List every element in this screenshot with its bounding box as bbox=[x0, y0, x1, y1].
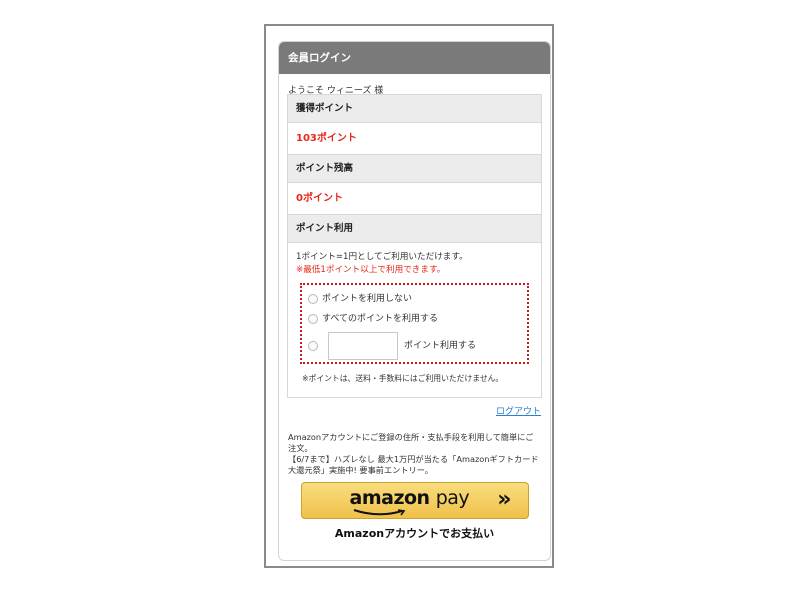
radio-custom-points[interactable] bbox=[308, 341, 318, 351]
point-usage-label: ポイント利用 bbox=[288, 214, 541, 243]
option-all-points-label: すべてのポイントを利用する bbox=[322, 313, 439, 324]
usage-minimum-note: ※最低1ポイント以上で利用できます。 bbox=[296, 265, 446, 275]
point-balance-value: 0ポイント bbox=[296, 193, 343, 204]
option-no-points-label: ポイントを利用しない bbox=[322, 293, 413, 304]
option-all-points[interactable]: すべてのポイントを利用する bbox=[308, 309, 521, 329]
earned-points-value: 103ポイント bbox=[296, 133, 357, 144]
login-frame: 会員ログイン ようこそ ウィニーズ 様 獲得ポイント 103ポイント ポイント残… bbox=[264, 24, 554, 568]
logout-link-row: ログアウト bbox=[279, 398, 550, 422]
logout-link[interactable]: ログアウト bbox=[496, 407, 541, 417]
amazon-pay-button[interactable]: amazon pay » bbox=[300, 482, 529, 519]
double-chevron-right-icon: » bbox=[497, 487, 512, 512]
amazon-pay-description: Amazonアカウントにご登録の住所・支払手段を利用して簡単にご注文。 bbox=[288, 432, 534, 453]
panel-title: 会員ログイン bbox=[279, 42, 550, 74]
points-amount-input[interactable] bbox=[328, 332, 398, 360]
welcome-message: ようこそ ウィニーズ 様 bbox=[288, 86, 384, 96]
amazon-logo-text: amazon bbox=[349, 487, 431, 509]
radio-no-points[interactable] bbox=[308, 294, 318, 304]
amazon-pay-logo: amazon pay bbox=[350, 487, 470, 509]
points-box: 獲得ポイント 103ポイント ポイント残高 0ポイント ポイント利用 1ポイント… bbox=[287, 94, 542, 398]
pay-logo-text: pay bbox=[435, 487, 470, 509]
fee-note: ※ポイントは、送料・手数料にはご利用いただけません。 bbox=[302, 374, 504, 383]
amazon-pay-caption: Amazonアカウントでお支払い bbox=[334, 527, 495, 540]
usage-description: 1ポイント=1円としてご利用いただけます。 bbox=[296, 252, 468, 262]
member-login-panel: 会員ログイン ようこそ ウィニーズ 様 獲得ポイント 103ポイント ポイント残… bbox=[278, 41, 551, 561]
option-custom-points[interactable]: ポイント利用する bbox=[308, 329, 521, 363]
radio-all-points[interactable] bbox=[308, 314, 318, 324]
option-custom-points-label: ポイント利用する bbox=[404, 340, 477, 351]
amazon-smile-icon bbox=[353, 509, 405, 516]
amazon-campaign-note: 【6/7まで】ハズレなし 最大1万円が当たる「Amazonギフトカード大還元祭」… bbox=[288, 454, 539, 475]
amazon-pay-note: Amazonアカウントにご登録の住所・支払手段を利用して簡単にご注文。 【6/7… bbox=[279, 422, 550, 476]
point-balance-label: ポイント残高 bbox=[288, 154, 541, 183]
usage-options: ポイントを利用しない すべてのポイントを利用する ポイント利用する bbox=[300, 283, 529, 364]
earned-points-label: 獲得ポイント bbox=[288, 95, 541, 123]
point-usage-section: 1ポイント=1円としてご利用いただけます。 ※最低1ポイント以上で利用できます。… bbox=[288, 243, 541, 397]
option-no-points[interactable]: ポイントを利用しない bbox=[308, 289, 521, 309]
